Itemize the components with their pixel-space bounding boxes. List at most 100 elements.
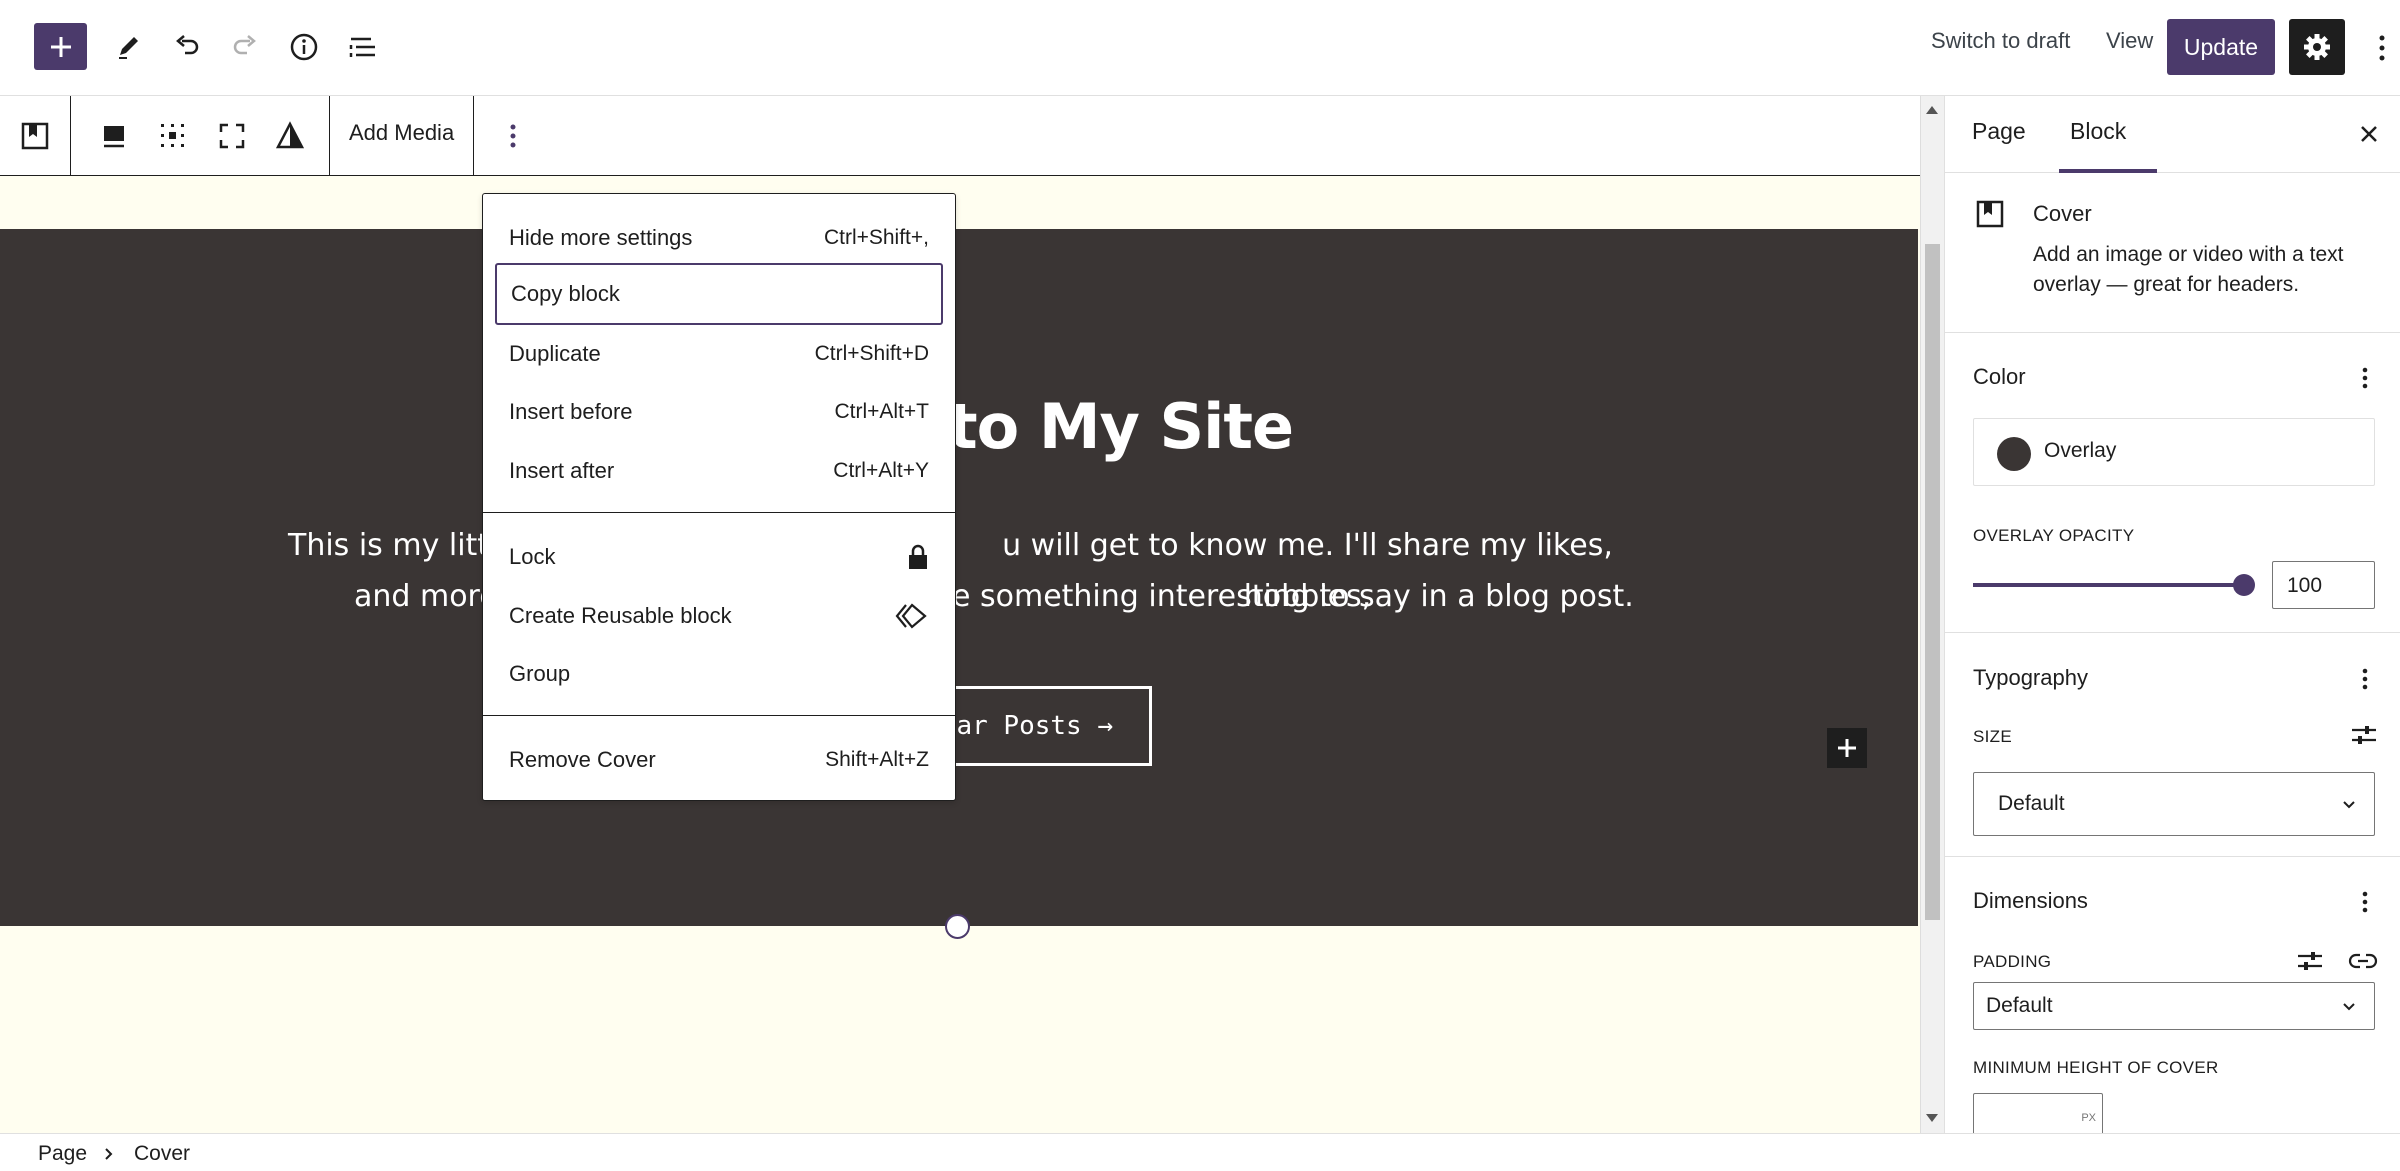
- chevron-right-icon: [105, 1148, 113, 1160]
- color-panel-options-button[interactable]: [2353, 362, 2377, 394]
- menu-item-label: Duplicate: [509, 341, 601, 366]
- resize-handle[interactable]: [945, 914, 970, 939]
- kebab-icon: [2379, 35, 2385, 61]
- cover-block-icon: [1976, 200, 2004, 228]
- details-button[interactable]: [280, 23, 328, 71]
- settings-button[interactable]: [2289, 19, 2345, 75]
- block-appender-button[interactable]: [1827, 728, 1867, 768]
- chevron-down-icon: [2343, 1003, 2355, 1011]
- close-sidebar-button[interactable]: [2353, 118, 2385, 150]
- more-options-button[interactable]: [491, 114, 535, 158]
- update-button[interactable]: Update: [2167, 19, 2275, 75]
- add-media-button[interactable]: Add Media: [349, 120, 454, 146]
- cover-text-right-2: e something interesting to say in a blog…: [952, 579, 1634, 614]
- padding-select[interactable]: Default: [1973, 982, 2375, 1030]
- lock-icon: [909, 544, 927, 569]
- menu-item-group[interactable]: Group: [495, 645, 943, 703]
- dimensions-panel-options-button[interactable]: [2353, 886, 2377, 918]
- chevron-down-icon: [2343, 801, 2355, 809]
- font-size-label: SIZE: [1973, 727, 2012, 746]
- link-sides-icon[interactable]: [2347, 946, 2379, 976]
- tools-button[interactable]: [104, 23, 152, 71]
- padding-label: PADDING: [1973, 952, 2052, 971]
- scroll-down-icon[interactable]: [1926, 1114, 1938, 1122]
- min-height-label: MINIMUM HEIGHT OF COVER: [1973, 1058, 2219, 1077]
- menu-item-shortcut: Ctrl+Alt+Y: [833, 459, 929, 482]
- typography-panel-heading: Typography: [1973, 665, 2088, 690]
- menu-item-shortcut: Shift+Alt+Z: [825, 748, 929, 771]
- cover-block-icon: [21, 122, 49, 150]
- pencil-icon: [119, 37, 138, 59]
- menu-item-label: Create Reusable block: [509, 603, 732, 628]
- reusable-block-icon: [895, 603, 927, 629]
- plus-icon: [50, 36, 71, 57]
- options-menu-button[interactable]: [2372, 28, 2392, 68]
- overlay-label: Overlay: [2044, 439, 2117, 462]
- kebab-icon: [2362, 668, 2368, 690]
- menu-item-lock[interactable]: Lock: [495, 528, 943, 586]
- typography-panel-options-button[interactable]: [2353, 663, 2377, 695]
- menu-item-create-reusable-block[interactable]: Create Reusable block: [495, 587, 943, 645]
- list-view-button[interactable]: [339, 23, 387, 71]
- custom-size-icon[interactable]: [2349, 720, 2379, 750]
- menu-item-copy-block[interactable]: Copy block: [495, 263, 943, 325]
- menu-item-shortcut: Ctrl+Alt+T: [834, 400, 929, 423]
- breadcrumb-item-page[interactable]: Page: [38, 1142, 87, 1166]
- editor-header: Switch to draft View Update: [0, 0, 2400, 96]
- custom-padding-icon[interactable]: [2295, 946, 2325, 976]
- menu-divider: [483, 512, 955, 513]
- menu-item-insert-after[interactable]: Insert after Ctrl+Alt+Y: [495, 442, 943, 500]
- cover-heading[interactable]: to My Site: [948, 390, 1294, 463]
- overlay-opacity-slider-thumb[interactable]: [2233, 574, 2255, 596]
- dimensions-panel-heading: Dimensions: [1973, 888, 2088, 913]
- menu-item-insert-before[interactable]: Insert before Ctrl+Alt+T: [495, 383, 943, 441]
- settings-sidebar: Page Block Cover Add an image or video w…: [1944, 96, 2400, 1137]
- overlay-opacity-label: OVERLAY OPACITY: [1973, 526, 2135, 545]
- kebab-icon: [2362, 367, 2368, 389]
- menu-item-duplicate[interactable]: Duplicate Ctrl+Shift+D: [495, 325, 943, 383]
- breadcrumb-item-cover[interactable]: Cover: [134, 1142, 190, 1166]
- duotone-button[interactable]: [268, 114, 312, 158]
- full-height-button[interactable]: [210, 114, 254, 158]
- padding-value: Default: [1986, 994, 2053, 1017]
- info-icon: [290, 33, 318, 61]
- overlay-opacity-track[interactable]: [1973, 583, 2245, 587]
- block-switcher-button[interactable]: [13, 114, 57, 158]
- menu-item-label: Remove Cover: [509, 747, 656, 772]
- content-position-icon: [161, 124, 184, 147]
- min-height-unit: PX: [2081, 1112, 2096, 1124]
- full-height-icon: [219, 123, 245, 149]
- canvas-scrollbar[interactable]: [1920, 96, 1944, 1133]
- overlay-opacity-input[interactable]: 100: [2272, 561, 2375, 609]
- min-height-input[interactable]: PX: [1973, 1093, 2103, 1137]
- menu-item-remove-cover[interactable]: Remove Cover Shift+Alt+Z: [495, 731, 943, 789]
- tab-block[interactable]: Block: [2070, 118, 2126, 145]
- align-icon: [104, 126, 124, 148]
- list-view-icon: [349, 37, 375, 57]
- cover-paragraph[interactable]: This is my little u will get to know me.…: [270, 520, 1650, 622]
- undo-icon: [176, 35, 199, 55]
- overlay-color-swatch: [1997, 437, 2031, 471]
- breadcrumb: Page Cover: [0, 1133, 2400, 1171]
- menu-item-shortcut: Ctrl+Shift+,: [823, 226, 929, 249]
- color-panel-heading: Color: [1973, 364, 2026, 389]
- content-position-button[interactable]: [151, 114, 195, 158]
- block-inserter-button[interactable]: [34, 23, 87, 70]
- font-size-value: Default: [1998, 792, 2065, 815]
- block-switcher-group: [0, 96, 71, 176]
- menu-item-hide-more-settings[interactable]: Hide more settings Ctrl+Shift+,: [495, 209, 943, 267]
- scroll-thumb[interactable]: [1925, 244, 1940, 920]
- overlay-color-button[interactable]: Overlay: [1973, 418, 2375, 486]
- font-size-select[interactable]: Default: [1973, 772, 2375, 836]
- menu-item-label: Copy block: [511, 281, 620, 306]
- undo-button[interactable]: [163, 23, 211, 71]
- tab-page[interactable]: Page: [1972, 118, 2026, 145]
- view-button[interactable]: View: [2106, 28, 2153, 54]
- duotone-icon: [275, 121, 305, 149]
- switch-to-draft-button[interactable]: Switch to draft: [1931, 28, 2070, 54]
- redo-button[interactable]: [221, 23, 269, 71]
- sidebar-tabs: Page Block: [1945, 96, 2400, 173]
- menu-item-label: Lock: [509, 544, 556, 569]
- scroll-up-icon[interactable]: [1926, 106, 1938, 114]
- align-button[interactable]: [92, 114, 136, 158]
